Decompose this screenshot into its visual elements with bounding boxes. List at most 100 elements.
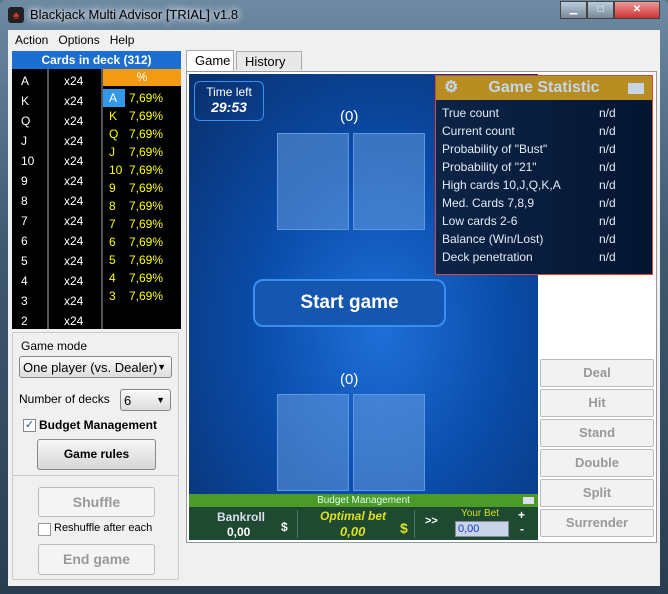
collapse-icon[interactable] <box>628 83 644 94</box>
apply-optimal-button[interactable]: >> <box>425 515 438 527</box>
close-button[interactable]: ✕ <box>614 1 660 19</box>
rank-column: A K Q J 10 9 8 7 6 5 4 3 2 <box>12 71 47 329</box>
percent-value: 7,69% <box>129 181 164 195</box>
percent-row: 3 7,69% <box>103 287 181 305</box>
game-tab-panel: Time left 29:53 (0) Start game (0) Budge… <box>186 71 657 543</box>
percent-row: J 7,69% <box>103 143 181 161</box>
statistic-row: Low cards 2-6 n/d <box>436 212 652 230</box>
deck-rank: 6 <box>21 234 28 248</box>
deck-title: Cards in deck (312) <box>12 51 181 69</box>
divider <box>414 510 415 538</box>
menu-help[interactable]: Help <box>105 30 140 49</box>
cards-in-deck-panel: Cards in deck (312) A K Q J 10 9 8 7 6 5 4 3 2 x24 x2… <box>12 51 181 329</box>
percent-value: 7,69% <box>129 109 164 123</box>
percent-rank: J <box>109 145 115 159</box>
statistic-value: n/d <box>599 250 616 264</box>
percent-rank: 5 <box>109 253 116 267</box>
surrender-button[interactable]: Surrender <box>540 509 654 537</box>
deck-count: x24 <box>64 214 84 228</box>
double-button[interactable]: Double <box>540 449 654 477</box>
tab-game[interactable]: Game <box>186 50 234 71</box>
title-bar: ♠ Blackjack Multi Advisor [TRIAL] v1.8 ▁… <box>0 0 668 30</box>
stand-button[interactable]: Stand <box>540 419 654 447</box>
bankroll-value: 0,00 <box>227 525 251 539</box>
optimal-bet-value: 0,00 <box>340 524 366 539</box>
menu-bar: Action Options Help <box>8 30 660 49</box>
split-button[interactable]: Split <box>540 479 654 507</box>
player-score: (0) <box>340 371 359 388</box>
hit-button[interactable]: Hit <box>540 389 654 417</box>
deck-rank: A <box>21 74 30 88</box>
reshuffle-checkbox[interactable] <box>38 523 51 536</box>
statistic-title: Game Statistic <box>488 79 600 96</box>
shuffle-button[interactable]: Shuffle <box>38 487 155 517</box>
percent-rank: 7 <box>109 217 116 231</box>
deal-button[interactable]: Deal <box>540 359 654 387</box>
deck-rank: 7 <box>21 214 28 228</box>
percent-rank: 8 <box>109 199 116 213</box>
increase-bet-button[interactable]: + <box>518 508 525 522</box>
percent-row: Q 7,69% <box>103 125 181 143</box>
game-mode-value: One player (vs. Dealer) <box>23 360 158 375</box>
percent-rank: Q <box>109 127 119 141</box>
reshuffle-label: Reshuffle after each <box>54 522 153 534</box>
game-rules-button[interactable]: Game rules <box>37 439 156 470</box>
game-mode-select[interactable]: One player (vs. Dealer) ▼ <box>19 356 172 378</box>
count-column: x24 x24 x24 x24 x24 x24 x24 x24 x24 x24 x24 x24 x24 <box>49 71 101 329</box>
client-area: Action Options Help Cards in deck (312) … <box>8 30 660 586</box>
start-game-button[interactable]: Start game <box>253 279 446 327</box>
minimize-button[interactable]: ▁ <box>560 1 587 19</box>
percent-column: % A 7,69% K 7,69% Q 7,69% J 7,69% 10 7,69% 9 7,69% 8… <box>103 69 181 329</box>
menu-options[interactable]: Options <box>53 30 104 49</box>
statistic-label: Current count <box>442 124 515 138</box>
percent-row: 10 7,69% <box>103 161 181 179</box>
statistic-row: Med. Cards 7,8,9 n/d <box>436 194 652 212</box>
deck-count: x24 <box>64 74 84 88</box>
bankroll-currency: $ <box>281 520 288 534</box>
optimal-currency: $ <box>400 520 408 536</box>
collapse-icon[interactable] <box>523 497 534 504</box>
your-bet-input[interactable] <box>455 521 509 537</box>
percent-value: 7,69% <box>129 235 164 249</box>
tab-history[interactable]: History <box>236 51 302 70</box>
menu-action[interactable]: Action <box>10 30 53 49</box>
statistic-value: n/d <box>599 196 616 210</box>
dropdown-arrow-icon: ▼ <box>157 362 166 372</box>
percent-row: 9 7,69% <box>103 179 181 197</box>
decks-value: 6 <box>124 393 132 408</box>
percent-value: 7,69% <box>129 127 164 141</box>
deck-rank: K <box>21 94 30 108</box>
percent-value: 7,69% <box>129 271 164 285</box>
statistic-value: n/d <box>599 106 616 120</box>
budget-management-bar: Budget Management Bankroll 0,00 $ Optima… <box>189 494 538 540</box>
statistic-label: High cards 10,J,Q,K,A <box>442 178 561 192</box>
optimal-bet-label: Optimal bet <box>320 509 387 523</box>
deck-rank: 2 <box>21 314 28 328</box>
dropdown-arrow-icon: ▼ <box>156 395 165 405</box>
budget-management-checkbox[interactable]: ✓ <box>23 419 36 432</box>
statistic-label: Probability of "Bust" <box>442 142 548 156</box>
gear-icon[interactable]: ⚙ <box>444 76 458 100</box>
deck-count: x24 <box>64 174 84 188</box>
settings-panel: Game mode One player (vs. Dealer) ▼ Numbe… <box>12 332 179 580</box>
window-title: Blackjack Multi Advisor [TRIAL] v1.8 <box>30 7 239 22</box>
deck-rank: 3 <box>21 294 28 308</box>
statistic-row: Probability of "21" n/d <box>436 158 652 176</box>
game-mode-label: Game mode <box>21 339 88 353</box>
percent-value: 7,69% <box>129 253 164 267</box>
budget-title: Budget Management <box>317 495 410 506</box>
statistic-label: Deck penetration <box>442 250 533 264</box>
decrease-bet-button[interactable]: - <box>520 522 524 536</box>
deck-count: x24 <box>64 154 84 168</box>
percent-rank: K <box>109 109 118 123</box>
statistic-value: n/d <box>599 160 616 174</box>
maximize-button[interactable]: □ <box>587 1 614 19</box>
statistic-value: n/d <box>599 178 616 192</box>
deck-rank: 9 <box>21 174 28 188</box>
end-game-button[interactable]: End game <box>38 544 155 575</box>
percent-row: K 7,69% <box>103 107 181 125</box>
number-of-decks-select[interactable]: 6 ▼ <box>120 389 171 411</box>
percent-rank: 6 <box>109 235 116 249</box>
statistic-row: High cards 10,J,Q,K,A n/d <box>436 176 652 194</box>
deck-rank: 10 <box>21 154 35 168</box>
